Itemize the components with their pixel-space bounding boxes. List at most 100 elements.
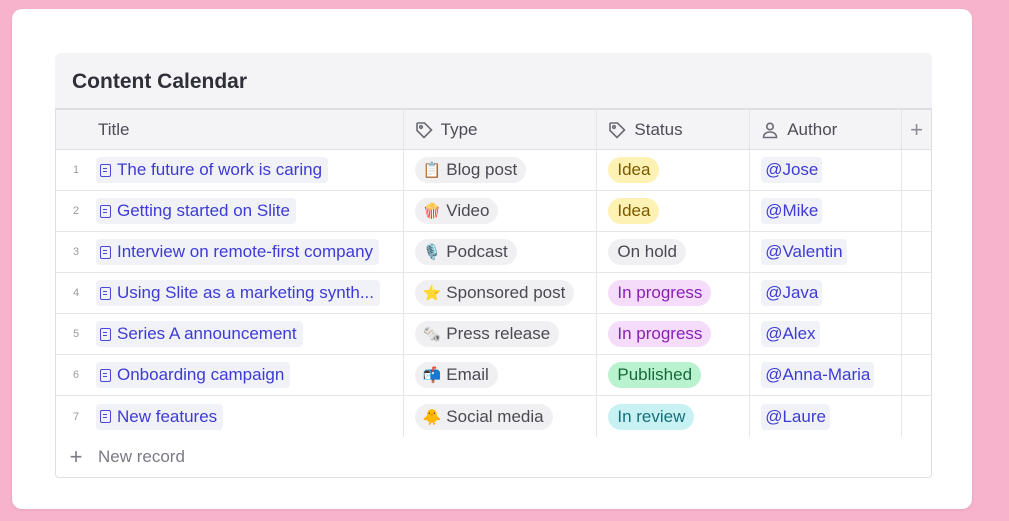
- column-header-title[interactable]: Title: [56, 110, 404, 149]
- status-badge: On hold: [608, 239, 686, 265]
- empty-cell: [902, 150, 931, 190]
- status-badge: In review: [608, 403, 695, 430]
- column-header-status[interactable]: Status: [597, 110, 751, 149]
- status-badge: In progress: [608, 321, 712, 347]
- type-cell[interactable]: 🐥 Social media: [404, 396, 598, 437]
- status-cell[interactable]: Published: [597, 355, 751, 395]
- type-tag: 🐥 Social media: [414, 403, 553, 430]
- row-number: 5: [72, 328, 80, 340]
- type-label: Sponsored post: [446, 283, 566, 302]
- type-tag: 📬 Email: [414, 362, 498, 388]
- status-badge: In progress: [608, 280, 712, 306]
- title-cell[interactable]: 1 The future of work is caring: [56, 150, 404, 190]
- type-cell[interactable]: 📋 Blog post: [404, 150, 598, 190]
- table-row: 3 Interview on remote-first company 🎙️ P…: [56, 232, 931, 273]
- row-number: 4: [72, 287, 80, 299]
- table-row: 2 Getting started on Slite 🍿 Video Idea …: [56, 191, 931, 232]
- document-link[interactable]: Onboarding campaign: [96, 362, 291, 388]
- status-badge: Published: [608, 362, 702, 388]
- type-tag: 📋 Blog post: [414, 157, 527, 183]
- title-cell[interactable]: 6 Onboarding campaign: [56, 355, 404, 395]
- column-header-label: Author: [787, 119, 838, 139]
- status-cell[interactable]: In progress: [597, 273, 751, 313]
- author-mention[interactable]: @Valentin: [761, 239, 847, 265]
- database-block: Content Calendar Title Type Status Autho…: [55, 53, 932, 478]
- author-cell[interactable]: @Laure: [750, 396, 903, 437]
- column-header-type[interactable]: Type: [404, 110, 598, 149]
- type-cell[interactable]: ⭐ Sponsored post: [404, 273, 598, 313]
- table-header-row: Title Type Status Author +: [56, 109, 931, 150]
- document-title: Interview on remote-first company: [117, 242, 374, 261]
- type-cell[interactable]: 🍿 Video: [404, 191, 598, 231]
- author-mention[interactable]: @Java: [761, 280, 823, 306]
- row-number: 6: [72, 369, 80, 381]
- author-cell[interactable]: @Alex: [750, 314, 903, 354]
- document-link[interactable]: Series A announcement: [96, 321, 303, 347]
- document-icon: [100, 245, 111, 259]
- database-title[interactable]: Content Calendar: [72, 70, 915, 94]
- row-number: 7: [72, 410, 80, 423]
- empty-cell: [902, 232, 931, 272]
- document-link[interactable]: Getting started on Slite: [96, 198, 296, 224]
- status-cell[interactable]: In progress: [597, 314, 751, 354]
- document-title: Using Slite as a marketing synth...: [117, 283, 375, 302]
- title-cell[interactable]: 3 Interview on remote-first company: [56, 232, 404, 272]
- document-link[interactable]: New features: [96, 403, 224, 430]
- author-mention[interactable]: @Laure: [761, 403, 830, 430]
- empty-cell: [902, 273, 931, 313]
- column-header-label: Status: [634, 119, 683, 139]
- empty-cell: [902, 314, 931, 354]
- status-cell[interactable]: On hold: [597, 232, 751, 272]
- author-mention[interactable]: @Alex: [761, 321, 820, 347]
- type-emoji-icon: 🍿: [422, 203, 442, 220]
- title-cell[interactable]: 2 Getting started on Slite: [56, 191, 404, 231]
- type-emoji-icon: 📬: [422, 367, 442, 384]
- type-cell[interactable]: 🎙️ Podcast: [404, 232, 598, 272]
- author-mention[interactable]: @Anna-Maria: [761, 362, 875, 388]
- author-cell[interactable]: @Valentin: [750, 232, 903, 272]
- document-link[interactable]: Interview on remote-first company: [96, 239, 380, 265]
- document-icon: [100, 410, 111, 423]
- empty-cell: [902, 355, 931, 395]
- status-cell[interactable]: In review: [597, 396, 751, 437]
- document-title: Onboarding campaign: [117, 365, 285, 384]
- column-header-author[interactable]: Author: [750, 110, 903, 149]
- document-link[interactable]: Using Slite as a marketing synth...: [96, 280, 381, 306]
- tag-icon: [608, 121, 627, 139]
- type-label: Social media: [446, 406, 544, 426]
- status-cell[interactable]: Idea: [597, 150, 751, 190]
- column-header-label: Title: [98, 119, 130, 139]
- author-cell[interactable]: @Mike: [750, 191, 903, 231]
- title-cell[interactable]: 5 Series A announcement: [56, 314, 404, 354]
- type-cell[interactable]: 📬 Email: [404, 355, 598, 395]
- document-link[interactable]: The future of work is caring: [96, 157, 329, 183]
- database-table: Title Type Status Author + 1 The future …: [55, 108, 932, 478]
- document-title: The future of work is caring: [117, 160, 323, 179]
- plus-icon: +: [69, 444, 83, 469]
- table-row: 4 Using Slite as a marketing synth... ⭐ …: [56, 273, 931, 314]
- author-mention[interactable]: @Mike: [761, 198, 823, 224]
- empty-cell: [902, 191, 931, 231]
- title-cell[interactable]: 4 Using Slite as a marketing synth...: [56, 273, 404, 313]
- type-cell[interactable]: 🗞️ Press release: [404, 314, 598, 354]
- add-column-button[interactable]: +: [902, 110, 931, 149]
- table-row: 7 New features 🐥 Social media In review …: [56, 396, 931, 437]
- type-label: Email: [446, 365, 489, 384]
- author-cell[interactable]: @Java: [750, 273, 903, 313]
- title-cell[interactable]: 7 New features: [56, 396, 404, 437]
- author-mention[interactable]: @Jose: [761, 157, 823, 183]
- document-title: Series A announcement: [117, 324, 297, 343]
- type-emoji-icon: 🐥: [422, 408, 442, 426]
- type-label: Press release: [446, 324, 551, 343]
- table-row: 6 Onboarding campaign 📬 Email Published …: [56, 355, 931, 396]
- row-number: 1: [72, 164, 80, 176]
- type-emoji-icon: 📋: [422, 162, 442, 179]
- author-cell[interactable]: @Anna-Maria: [750, 355, 903, 395]
- new-record-button[interactable]: + New record: [56, 437, 931, 477]
- author-cell[interactable]: @Jose: [750, 150, 903, 190]
- type-tag: 🍿 Video: [414, 198, 499, 224]
- document-icon: [100, 163, 111, 177]
- content-card: Content Calendar Title Type Status Autho…: [12, 9, 972, 509]
- status-cell[interactable]: Idea: [597, 191, 751, 231]
- document-icon: [100, 368, 111, 382]
